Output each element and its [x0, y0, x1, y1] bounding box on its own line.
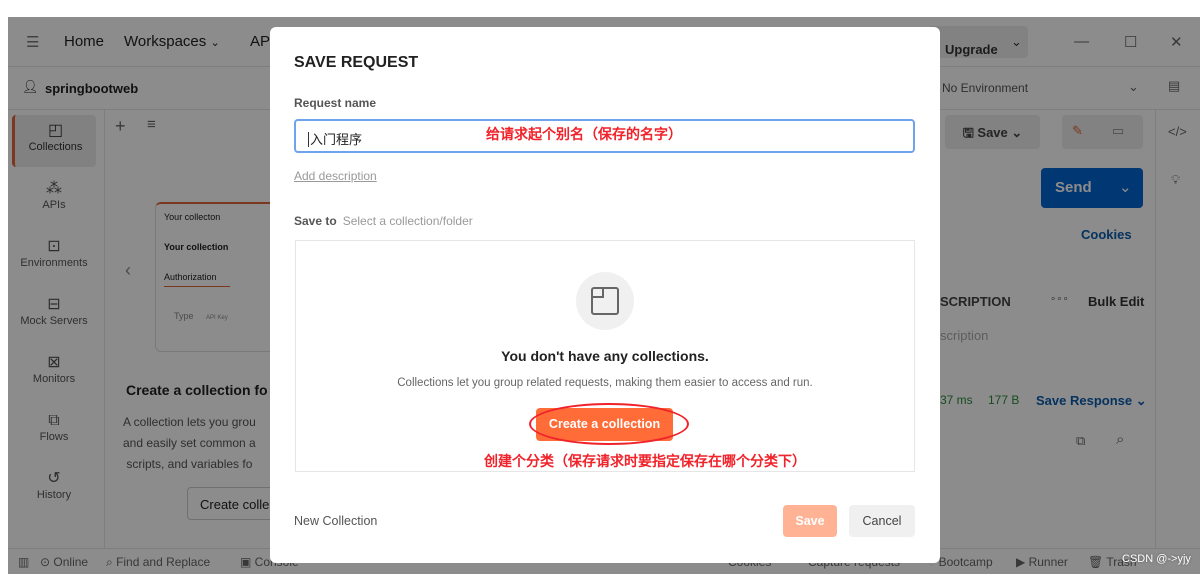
request-name-label: Request name	[294, 96, 377, 110]
empty-state-title: You don't have any collections.	[501, 348, 709, 364]
empty-state-body: Collections let you group related reques…	[397, 377, 813, 389]
save-to-row: Save to Select a collection/folder	[294, 214, 473, 228]
highlight-ellipse	[529, 403, 689, 445]
dialog-title: SAVE REQUEST	[294, 54, 419, 71]
save-to-label: Save to	[294, 214, 337, 228]
save-button[interactable]: Save	[783, 505, 837, 537]
empty-state-badge	[576, 272, 634, 330]
name-annotation: 给请求起个别名（保存的名字）	[486, 126, 682, 142]
request-name-value: 入门程序	[308, 132, 363, 147]
save-request-dialog: SAVE REQUEST Request name 入门程序 给请求起个别名（保…	[270, 27, 940, 563]
save-to-breadcrumb: Select a collection/folder	[342, 214, 473, 228]
watermark: CSDN @->yjy	[1122, 553, 1191, 565]
collection-annotation: 创建个分类（保存请求时要指定保存在哪个分类下）	[484, 453, 806, 469]
new-collection-link[interactable]: New Collection	[294, 514, 377, 528]
add-description-link[interactable]: Add description	[294, 169, 377, 183]
collection-icon	[591, 287, 619, 315]
collection-picker: You don't have any collections. Collecti…	[295, 240, 915, 472]
cancel-button[interactable]: Cancel	[849, 505, 915, 537]
